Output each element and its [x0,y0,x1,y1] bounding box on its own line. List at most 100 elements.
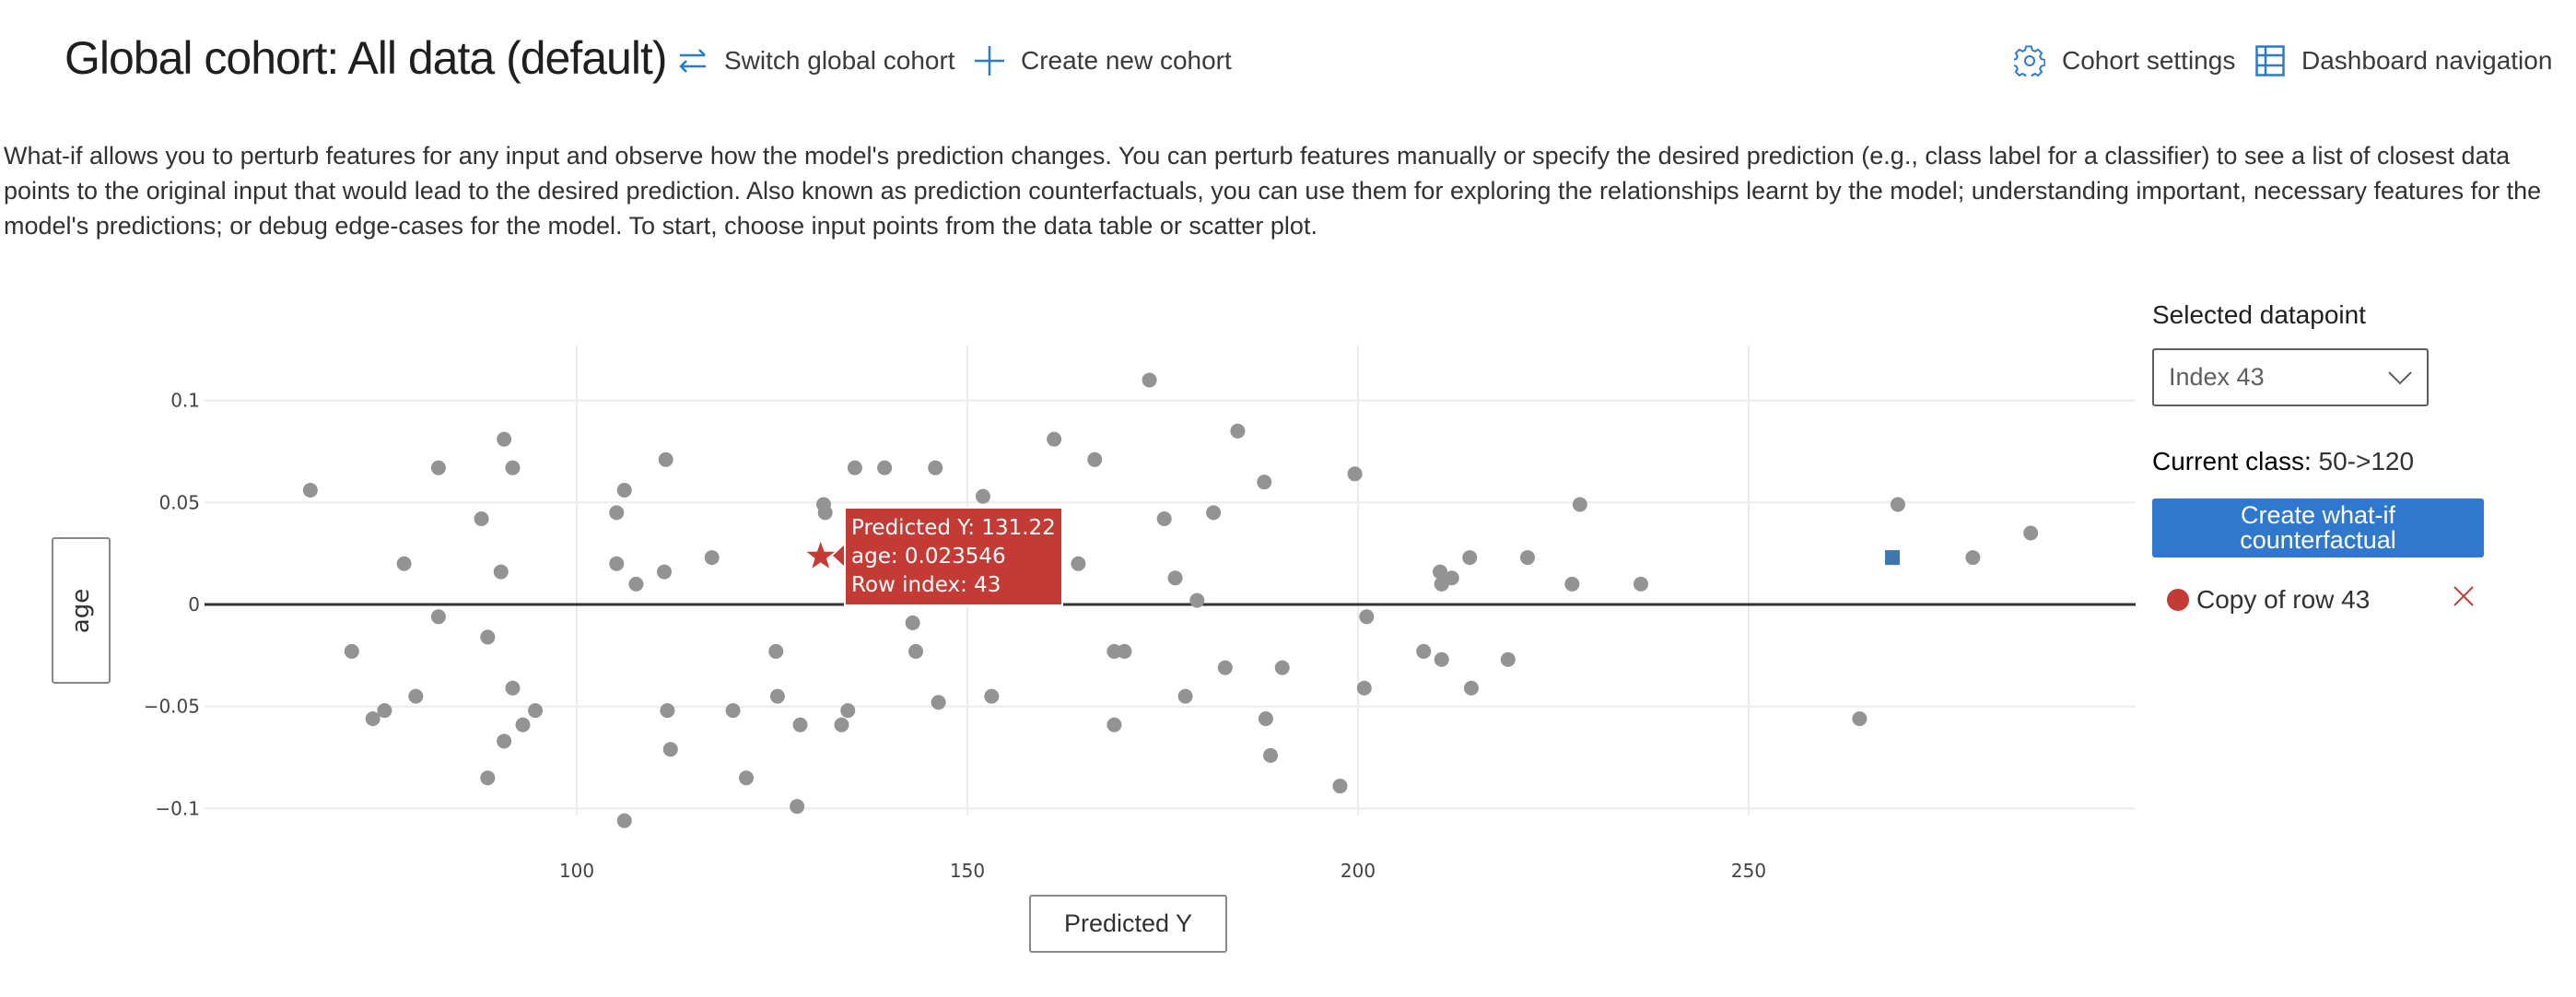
selected-point-star[interactable] [806,541,836,569]
data-point[interactable] [725,703,741,719]
data-point[interactable] [1087,452,1103,467]
data-point[interactable] [1359,609,1375,625]
data-point[interactable] [1500,651,1516,667]
data-point[interactable] [1633,576,1648,592]
data-point[interactable] [1263,747,1279,763]
data-point[interactable] [1434,651,1449,667]
data-point[interactable] [302,483,318,498]
data-point[interactable] [1258,710,1273,726]
data-point[interactable] [1274,660,1290,675]
create-what-if-counterfactual-button[interactable]: Create what-if counterfactual [2152,498,2484,557]
data-point[interactable] [1206,505,1222,521]
data-point[interactable] [1071,556,1086,571]
data-point[interactable] [616,483,632,498]
data-point[interactable] [2023,525,2039,541]
data-point[interactable] [505,680,521,696]
data-point[interactable] [1107,717,1122,733]
data-point[interactable] [975,488,990,504]
data-point[interactable] [1520,550,1536,566]
gear-icon [2014,45,2045,76]
data-point[interactable] [1890,497,1905,512]
data-point[interactable] [1965,550,1981,566]
data-point[interactable] [430,609,446,625]
data-point[interactable] [1189,592,1205,608]
data-point[interactable] [660,703,675,719]
data-point[interactable] [474,511,489,527]
data-point[interactable] [515,717,531,733]
data-point[interactable] [704,550,720,566]
data-point[interactable] [834,717,849,733]
data-point[interactable] [493,564,509,580]
data-point[interactable] [1142,372,1157,388]
data-point[interactable] [497,431,512,447]
data-point[interactable] [1047,431,1062,447]
data-point[interactable] [505,460,521,475]
data-point[interactable] [344,643,359,659]
create-new-cohort-button[interactable]: Create new cohort [975,42,1232,79]
data-point[interactable] [905,615,920,630]
data-point[interactable] [1347,466,1363,482]
data-point[interactable] [480,629,496,645]
data-point[interactable] [768,643,784,659]
data-point[interactable] [656,564,672,580]
data-point[interactable] [1117,643,1132,659]
data-point[interactable] [931,695,946,710]
data-point[interactable] [628,576,644,592]
scatter-plot-svg[interactable]: 100 150 200 250 0.1 0.05 0 −0.05 −0.1 [0,304,2147,997]
data-point[interactable] [497,733,512,749]
current-class-label: Current class: [2152,447,2312,475]
selected-datapoint-value: Index 43 [2169,363,2265,391]
cohort-settings-button[interactable]: Cohort settings [2014,42,2235,79]
data-point[interactable] [1167,570,1183,586]
data-point[interactable] [877,460,893,475]
data-point[interactable] [1177,688,1193,704]
data-point[interactable] [790,799,805,815]
data-point[interactable] [1217,660,1233,675]
data-point[interactable] [1332,779,1348,794]
data-point[interactable] [1356,680,1372,696]
data-point[interactable] [480,770,496,786]
selected-datapoint-dropdown[interactable]: Index 43 [2152,348,2429,406]
data-point[interactable] [847,460,862,475]
data-point[interactable] [528,703,544,719]
data-point[interactable] [662,742,678,757]
data-point[interactable] [1564,576,1580,592]
x-axis-selector-button[interactable]: Predicted Y [1029,895,1227,953]
y-axis-selector-button[interactable]: age [52,537,111,684]
data-point[interactable] [1257,475,1272,490]
data-point[interactable] [1230,423,1246,439]
counterfactual-point[interactable] [1885,550,1901,566]
data-point[interactable] [739,770,755,786]
data-point[interactable] [908,643,924,659]
data-point[interactable] [1852,710,1868,726]
tooltip-age: age: 0.023546 [851,545,1006,569]
x-tick-label: 250 [1731,860,1766,882]
data-point[interactable] [377,703,392,719]
data-point[interactable] [769,688,785,704]
close-icon[interactable] [2453,585,2475,612]
y-gridlines [205,399,2136,810]
data-point[interactable] [408,688,424,704]
switch-global-cohort-button[interactable]: Switch global cohort [678,42,955,79]
data-point[interactable] [928,460,943,475]
current-class: Current class: 50->120 [2152,447,2576,484]
dashboard-navigation-button[interactable]: Dashboard navigation [2255,42,2552,79]
data-point[interactable] [840,703,856,719]
data-point[interactable] [609,556,625,571]
data-point[interactable] [1156,511,1172,527]
data-point[interactable] [792,717,808,733]
data-point[interactable] [430,460,446,475]
data-point[interactable] [609,505,625,521]
data-point[interactable] [817,505,833,521]
data-point[interactable] [396,556,412,571]
data-point[interactable] [1462,550,1478,566]
data-point[interactable] [1416,643,1432,659]
counterfactual-list-item[interactable]: Copy of row 43 [2152,581,2484,618]
data-point[interactable] [616,813,632,828]
data-point[interactable] [658,452,673,467]
data-point[interactable] [1572,497,1587,512]
data-point[interactable] [1444,570,1459,586]
data-point[interactable] [984,688,1000,704]
create-new-cohort-label: Create new cohort [1021,46,1232,75]
data-point[interactable] [1463,680,1479,696]
